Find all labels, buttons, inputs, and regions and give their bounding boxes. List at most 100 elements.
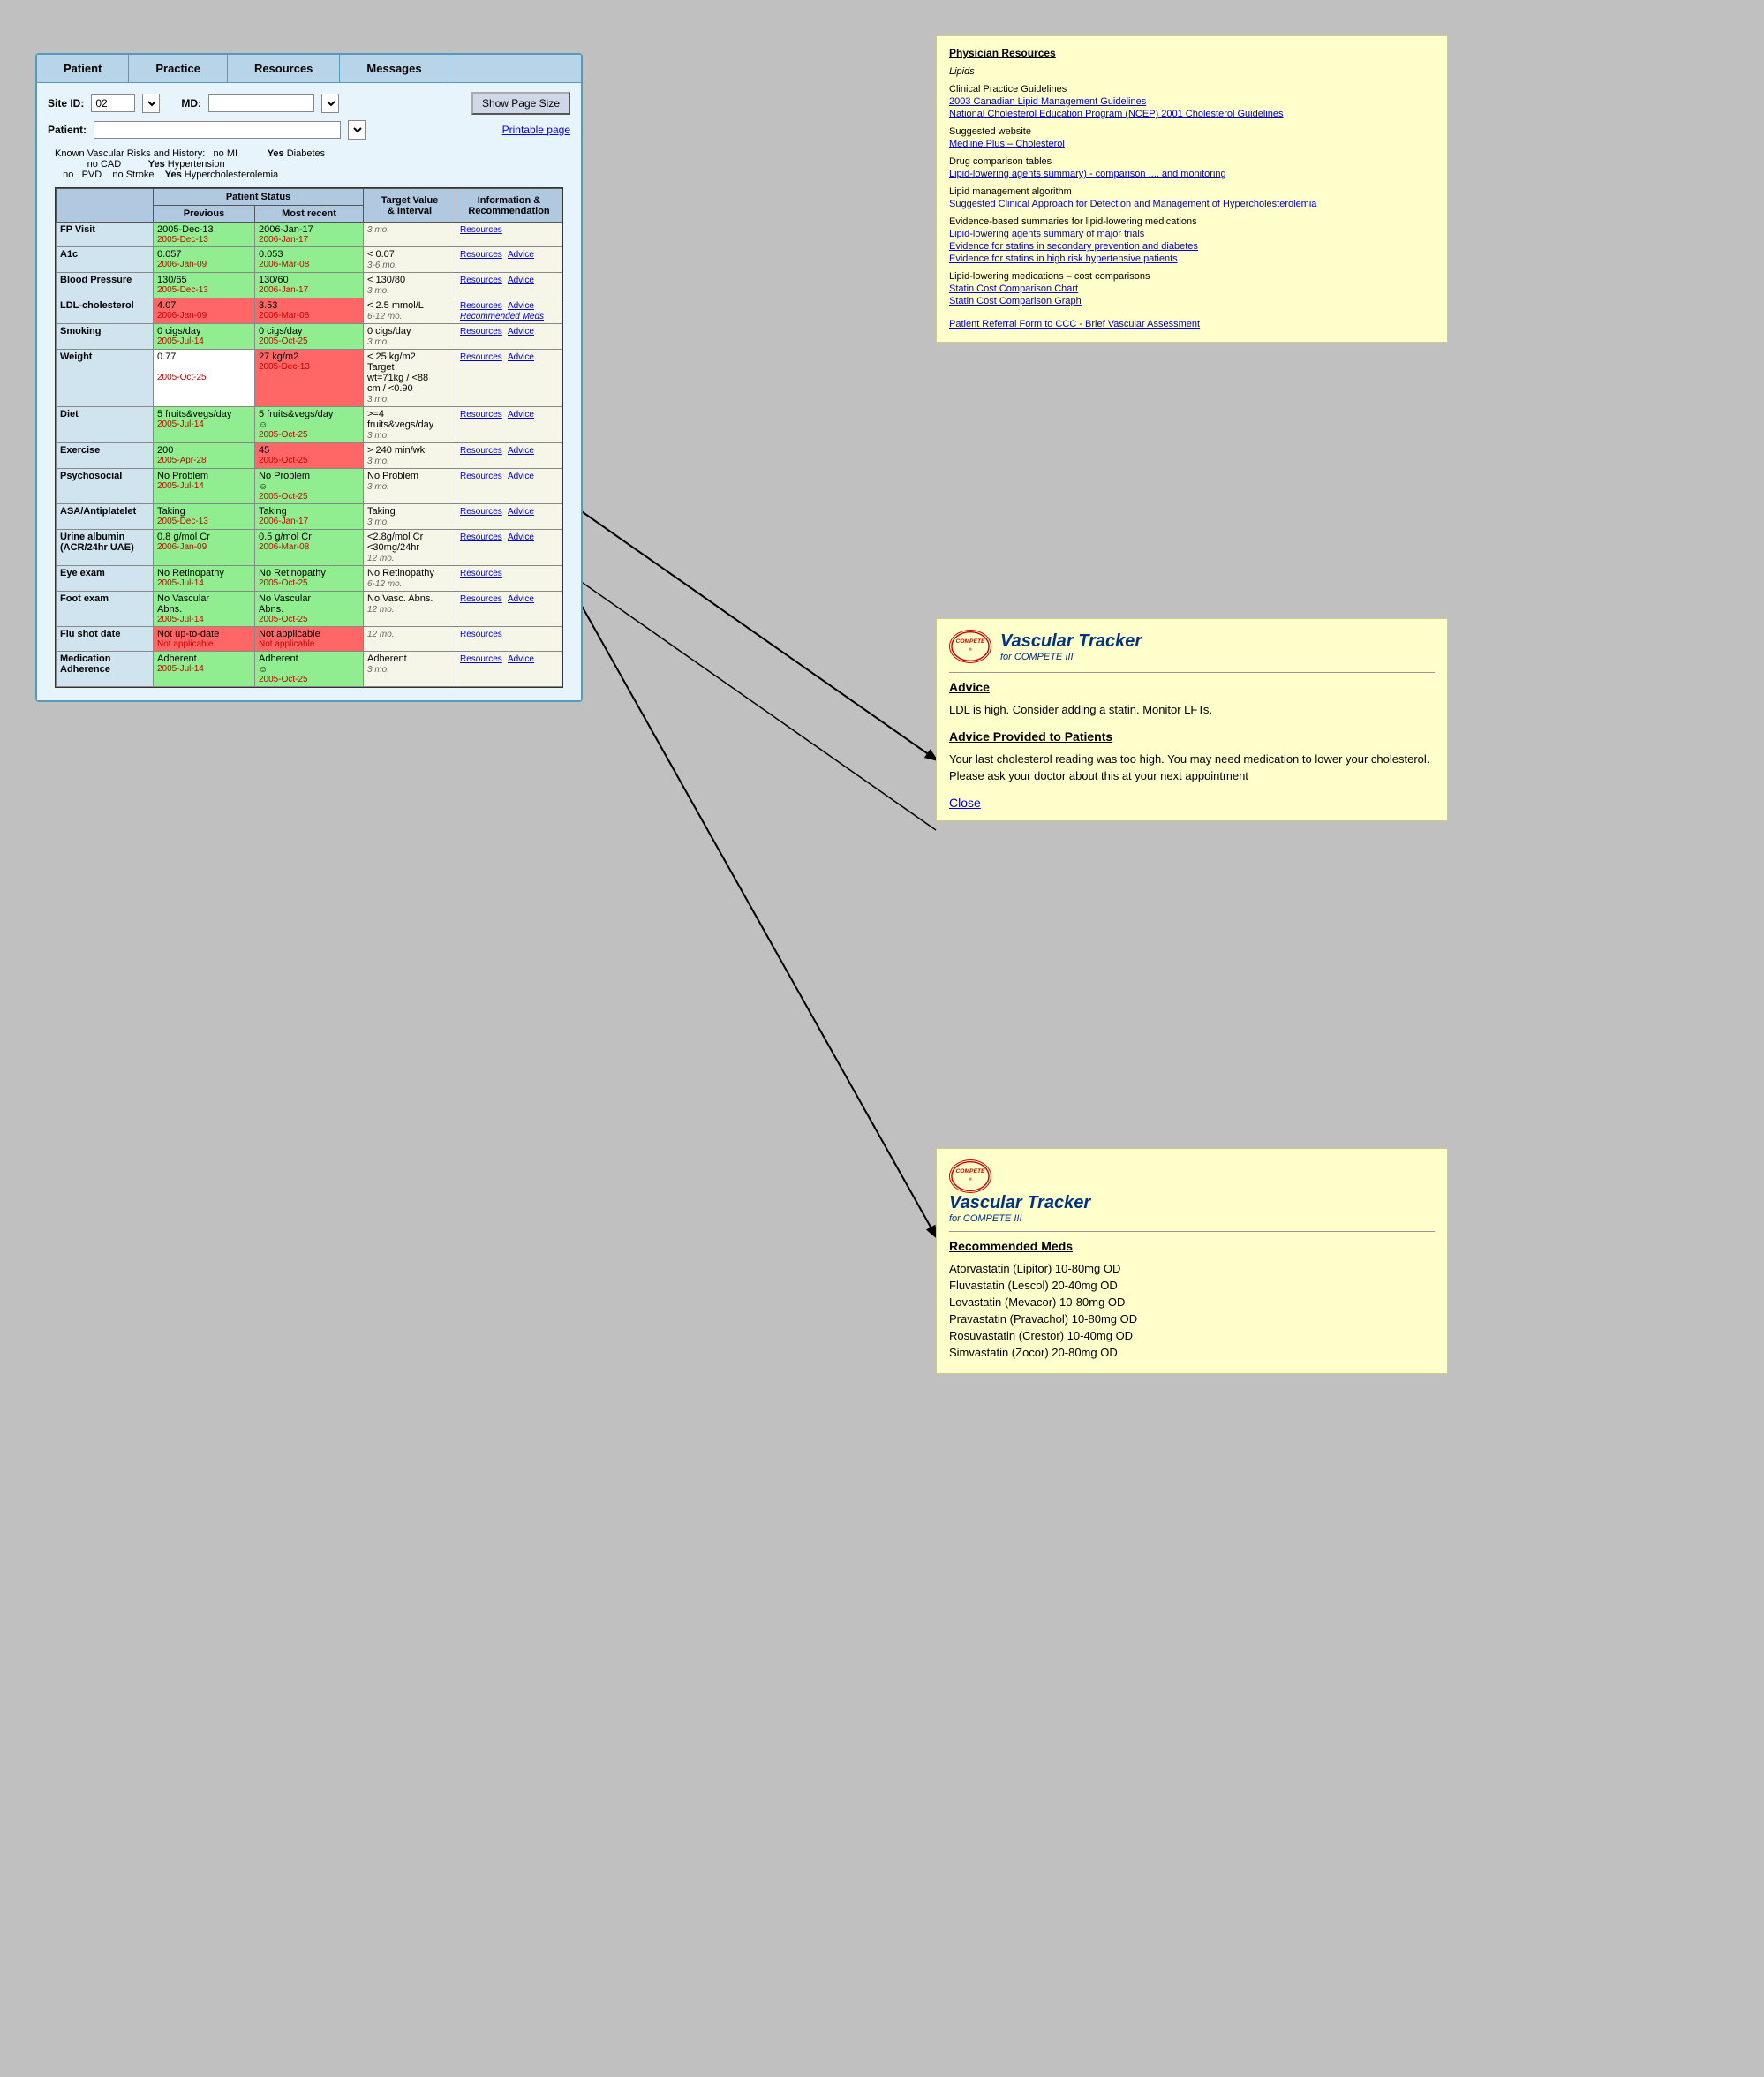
md-label: MD: (181, 97, 201, 110)
patient-select[interactable]: ▼ (348, 120, 366, 140)
row-recent-smoking: 0 cigs/day2005-Oct-25 (255, 324, 364, 350)
patient-label: Patient: (48, 124, 87, 136)
advice-link-smoking[interactable]: Advice (508, 327, 534, 336)
resources-link-exercise[interactable]: Resources (460, 446, 502, 456)
evidence-link-2[interactable]: Evidence for statins in secondary preven… (949, 241, 1435, 252)
resources-link-flu[interactable]: Resources (460, 630, 502, 639)
table-row: Blood Pressure 130/652005-Dec-13 130/602… (57, 273, 562, 298)
row-target-fp-visit: 3 mo. (364, 223, 456, 247)
row-info-foot: Resources Advice (456, 592, 562, 627)
row-prev-bp: 130/652005-Dec-13 (154, 273, 255, 298)
resources-link-eye[interactable]: Resources (460, 569, 502, 578)
tracker-title-meds: Vascular Tracker for COMPETE III (949, 1193, 1435, 1224)
vascular-risks-section: Known Vascular Risks and History: no MI … (48, 145, 570, 184)
advice-link-asa[interactable]: Advice (508, 507, 534, 517)
nav-messages[interactable]: Messages (340, 55, 449, 82)
cost-link-2[interactable]: Statin Cost Comparison Graph (949, 296, 1435, 306)
medline-link[interactable]: Medline Plus – Cholesterol (949, 139, 1435, 149)
resources-link-weight[interactable]: Resources (460, 352, 502, 362)
nav-resources[interactable]: Resources (228, 55, 340, 82)
row-prev-eye: No Retinopathy2005-Jul-14 (154, 566, 255, 592)
referral-link[interactable]: Patient Referral Form to CCC - Brief Vas… (949, 319, 1435, 329)
algorithm-link[interactable]: Suggested Clinical Approach for Detectio… (949, 199, 1435, 209)
evidence-link-1[interactable]: Lipid-lowering agents summary of major t… (949, 229, 1435, 239)
table-row: A1c 0.0572006-Jan-09 0.0532006-Mar-08 < … (57, 247, 562, 273)
row-label-urine: Urine albumin (ACR/24hr UAE) (57, 530, 154, 566)
row-label-fp-visit: FP Visit (57, 223, 154, 247)
cost-link-1[interactable]: Statin Cost Comparison Chart (949, 283, 1435, 294)
row-prev-ldl: 4.072006-Jan-09 (154, 298, 255, 324)
resources-link-diet[interactable]: Resources (460, 410, 502, 419)
resources-link-medadherence[interactable]: Resources (460, 654, 502, 664)
site-id-select[interactable]: ▼ (142, 94, 160, 113)
resources-link-a1c[interactable]: Resources (460, 250, 502, 260)
row-label-medadherence: Medication Adherence (57, 652, 154, 687)
advice-provided-title: Advice Provided to Patients (949, 729, 1435, 744)
advice-link-medadherence[interactable]: Advice (508, 654, 534, 664)
meds-panel: COMPETE ® Vascular Tracker for COMPETE I… (936, 1148, 1448, 1374)
advice-link-a1c[interactable]: Advice (508, 250, 534, 260)
advice-link-psychosocial[interactable]: Advice (508, 472, 534, 481)
nav-bar: Patient Practice Resources Messages (37, 55, 581, 83)
table-row: FP Visit 2005-Dec-132005-Dec-13 2006-Jan… (57, 223, 562, 247)
row-label-flu: Flu shot date (57, 627, 154, 652)
advice-link-diet[interactable]: Advice (508, 410, 534, 419)
row-recent-a1c: 0.0532006-Mar-08 (255, 247, 364, 273)
advice-link-ldl[interactable]: Advice (508, 301, 534, 311)
resources-link-bp[interactable]: Resources (460, 276, 502, 285)
vascular-risks-label: Known Vascular Risks and History: (55, 148, 205, 159)
recommended-meds-link-ldl[interactable]: Recommended Meds (460, 312, 544, 321)
row-info-bp: Resources Advice (456, 273, 562, 298)
suggested-website-label: Suggested website (949, 126, 1435, 137)
svg-text:COMPETE: COMPETE (955, 638, 985, 645)
row-prev-smoking: 0 cigs/day2005-Jul-14 (154, 324, 255, 350)
row-recent-fp-visit: 2006-Jan-172006-Jan-17 (255, 223, 364, 247)
site-id-input[interactable] (91, 94, 135, 112)
svg-text:®: ® (969, 1176, 972, 1182)
resources-link-asa[interactable]: Resources (460, 507, 502, 517)
advice-link-bp[interactable]: Advice (508, 276, 534, 285)
row-prev-asa: Taking2005-Dec-13 (154, 504, 255, 530)
md-input[interactable] (208, 94, 314, 112)
nav-practice[interactable]: Practice (129, 55, 228, 82)
resources-link-ldl[interactable]: Resources (460, 301, 502, 311)
row-prev-medadherence: Adherent2005-Jul-14 (154, 652, 255, 687)
advice-link-foot[interactable]: Advice (508, 594, 534, 604)
row-recent-asa: Taking2006-Jan-17 (255, 504, 364, 530)
row-recent-exercise: 452005-Oct-25 (255, 443, 364, 469)
show-page-size-button[interactable]: Show Page Size (471, 92, 570, 115)
row-info-ldl: Resources Advice Recommended Meds (456, 298, 562, 324)
evidence-link-3[interactable]: Evidence for statins in high risk hypert… (949, 253, 1435, 264)
row-target-exercise: > 240 min/wk3 mo. (364, 443, 456, 469)
resources-link-foot[interactable]: Resources (460, 594, 502, 604)
printable-page-link[interactable]: Printable page (502, 124, 570, 136)
resources-link-urine[interactable]: Resources (460, 532, 502, 542)
nav-patient[interactable]: Patient (37, 55, 129, 82)
med-item-3: Lovastatin (Mevacor) 10-80mg OD (949, 1295, 1435, 1309)
advice-text: LDL is high. Consider adding a statin. M… (949, 701, 1435, 719)
compete-logo-meds: COMPETE ® (949, 1159, 991, 1193)
cpg-link-1[interactable]: 2003 Canadian Lipid Management Guideline… (949, 96, 1435, 107)
advice-link-exercise[interactable]: Advice (508, 446, 534, 456)
site-id-label: Site ID: (48, 97, 84, 110)
main-application-window: Patient Practice Resources Messages Site… (35, 53, 583, 702)
compete-logo-advice: COMPETE ® (949, 630, 991, 663)
patient-status-table: Patient Status Target Value& Interval In… (55, 187, 563, 688)
resources-link-psychosocial[interactable]: Resources (460, 472, 502, 481)
resources-link-fp-visit[interactable]: Resources (460, 225, 502, 235)
form-area: Site ID: ▼ MD: ▼ Show Page Size Patient:… (37, 83, 581, 700)
row-recent-flu: Not applicableNot applicable (255, 627, 364, 652)
row-label-asa: ASA/Antiplatelet (57, 504, 154, 530)
drug-link-1[interactable]: Lipid-lowering agents summary) - compari… (949, 169, 1435, 179)
patient-input[interactable] (94, 121, 341, 139)
md-select[interactable]: ▼ (321, 94, 339, 113)
physician-resources-title: Physician Resources (949, 47, 1435, 59)
advice-link-weight[interactable]: Advice (508, 352, 534, 362)
close-button[interactable]: Close (949, 796, 1435, 810)
cpg-link-2[interactable]: National Cholesterol Education Program (… (949, 109, 1435, 119)
advice-link-urine[interactable]: Advice (508, 532, 534, 542)
row-target-urine: <2.8g/mol Cr<30mg/24hr12 mo. (364, 530, 456, 566)
row-target-a1c: < 0.073-6 mo. (364, 247, 456, 273)
resources-link-smoking[interactable]: Resources (460, 327, 502, 336)
advice-title: Advice (949, 680, 1435, 694)
